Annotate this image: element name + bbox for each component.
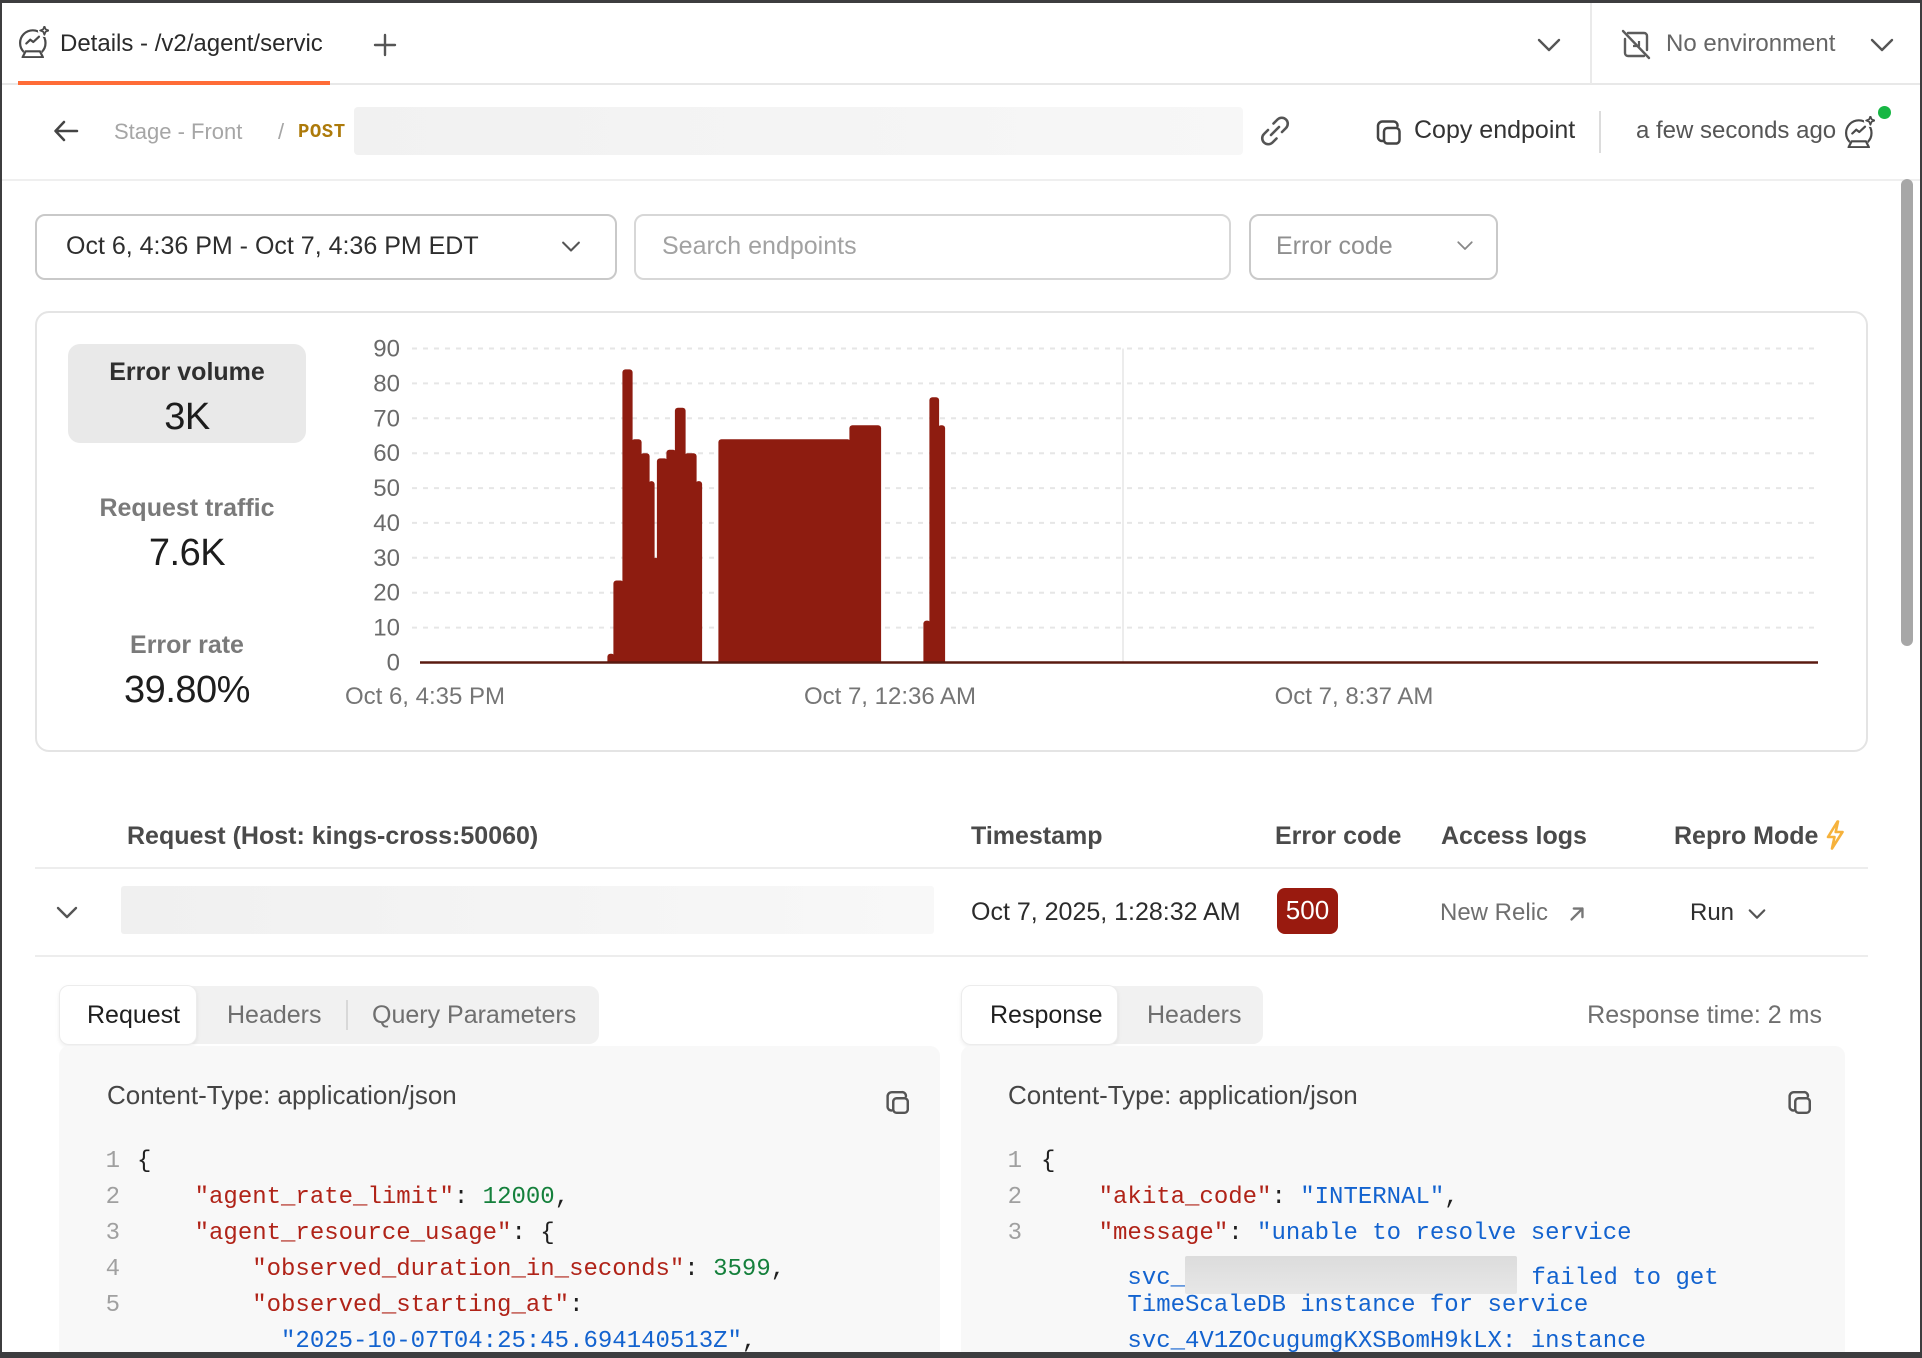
- svg-text:50: 50: [373, 475, 400, 502]
- svg-text:Oct 6, 4:35 PM: Oct 6, 4:35 PM: [345, 683, 505, 710]
- svg-text:30: 30: [373, 545, 400, 572]
- svg-text:60: 60: [373, 440, 400, 467]
- svg-text:70: 70: [373, 405, 400, 432]
- svg-text:20: 20: [373, 580, 400, 607]
- svg-text:80: 80: [373, 370, 400, 397]
- svg-text:Oct 7, 12:36 AM: Oct 7, 12:36 AM: [804, 683, 976, 710]
- svg-text:0: 0: [387, 650, 400, 677]
- svg-text:Oct 7, 8:37 AM: Oct 7, 8:37 AM: [1275, 683, 1434, 710]
- svg-text:40: 40: [373, 510, 400, 537]
- svg-text:90: 90: [373, 336, 400, 363]
- svg-text:10: 10: [373, 615, 400, 642]
